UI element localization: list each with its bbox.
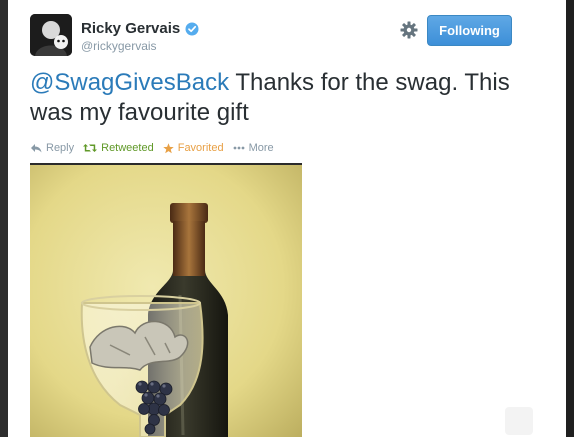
- author-name[interactable]: Ricky Gervais: [81, 20, 180, 37]
- author-avatar[interactable]: [30, 14, 72, 56]
- favorite-label: Favorited: [177, 142, 224, 154]
- star-icon: [163, 142, 174, 153]
- ellipsis-icon: [233, 146, 244, 150]
- mention-link[interactable]: @SwagGivesBack: [30, 69, 229, 96]
- retweet-action[interactable]: Retweeted: [83, 142, 154, 154]
- author-handle[interactable]: @rickygervais: [81, 39, 157, 53]
- tweet-card: Ricky Gervais @rickygervais Following @S…: [8, 0, 539, 437]
- tweet-actions: Reply Retweeted Favorited More: [30, 140, 283, 156]
- expand-photo-control[interactable]: [505, 407, 533, 435]
- retweet-label: Retweeted: [101, 142, 154, 154]
- reply-arrow-icon: [31, 144, 42, 153]
- reply-label: Reply: [46, 142, 75, 154]
- retweet-icon: [83, 144, 98, 152]
- favorite-action[interactable]: Favorited: [163, 142, 224, 154]
- tweet-text: @SwagGivesBack Thanks for the swag. This…: [30, 68, 520, 128]
- gear-icon[interactable]: [400, 21, 418, 39]
- tweet-photo[interactable]: [30, 165, 302, 437]
- verified-badge-icon: [185, 22, 199, 36]
- more-label: More: [248, 142, 274, 154]
- following-button[interactable]: Following: [427, 15, 512, 46]
- reply-action[interactable]: Reply: [30, 142, 74, 154]
- window-edge: [566, 0, 574, 437]
- more-action[interactable]: More: [233, 142, 274, 154]
